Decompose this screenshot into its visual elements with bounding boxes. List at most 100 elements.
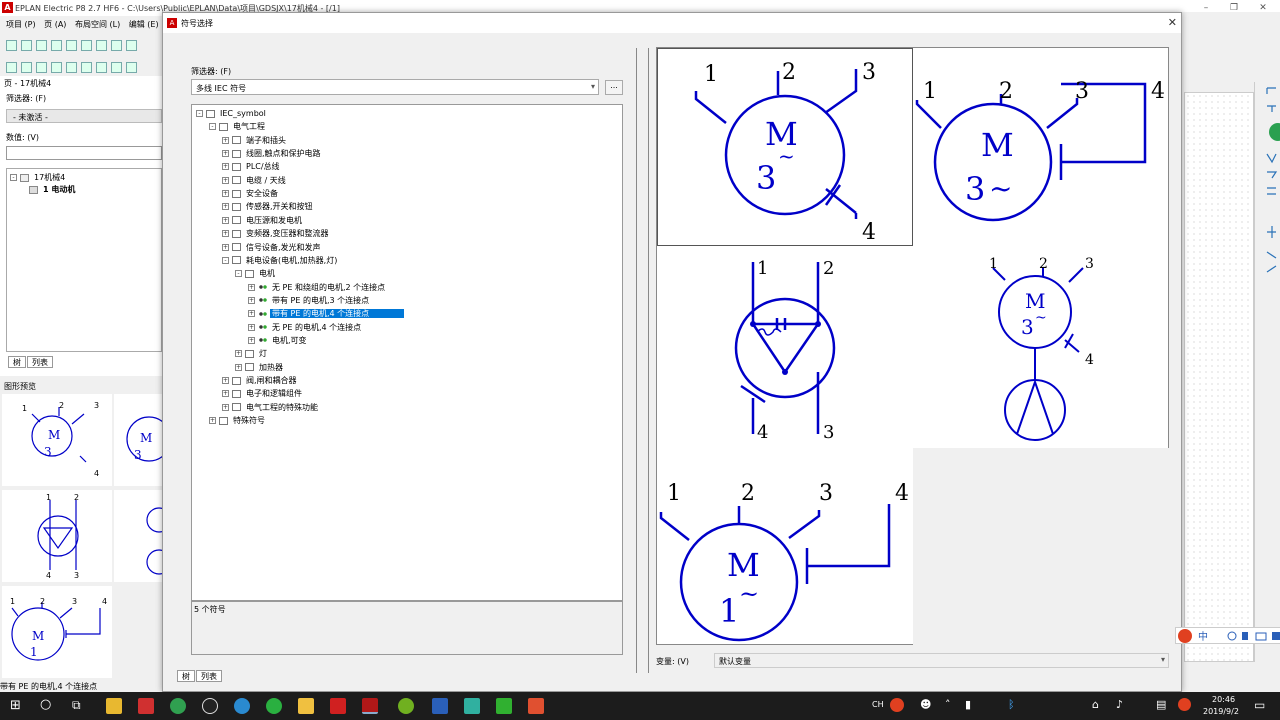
undo-icon[interactable]: [126, 40, 137, 51]
notification-icon[interactable]: ▭: [1254, 698, 1265, 712]
route-icon[interactable]: [81, 62, 92, 73]
value-input[interactable]: [6, 146, 162, 160]
thumb-motor-fan[interactable]: [114, 490, 172, 582]
app-red-icon[interactable]: [138, 698, 154, 714]
expand-icon[interactable]: +: [248, 310, 255, 318]
symbol-cell-3[interactable]: 1 2 4 3: [657, 248, 913, 446]
tree-node[interactable]: - IEC_symbol: [196, 107, 268, 120]
clock-time[interactable]: 20:46: [1212, 695, 1235, 704]
tree-node[interactable]: + 电子和逻辑组件: [222, 387, 304, 400]
tree-node[interactable]: + 无 PE 和绕组的电机,2 个连接点: [248, 281, 387, 294]
tree-node[interactable]: + 阀,闸和耦合器: [222, 374, 299, 387]
grid-icon[interactable]: [6, 62, 17, 73]
dialog-tab-list[interactable]: 列表: [196, 670, 222, 682]
cut-icon[interactable]: [81, 40, 92, 51]
tree-node[interactable]: + 安全设备: [222, 187, 280, 200]
expand-icon[interactable]: +: [248, 336, 255, 344]
tree-node[interactable]: + 电压源和发电机: [222, 214, 304, 227]
expand-icon[interactable]: +: [222, 377, 229, 384]
expand-icon[interactable]: +: [235, 363, 242, 371]
expand-icon[interactable]: +: [222, 216, 229, 224]
paste-icon[interactable]: [111, 40, 122, 51]
collapse-icon[interactable]: -: [222, 256, 229, 264]
collapse-icon[interactable]: -: [235, 270, 242, 278]
expand-icon[interactable]: +: [222, 230, 229, 238]
menu-page[interactable]: 页 (A): [44, 20, 66, 29]
notes-app-icon[interactable]: [298, 698, 314, 714]
tree-node[interactable]: + 带有 PE 的电机,3 个连接点: [248, 294, 371, 307]
tab-list[interactable]: 列表: [27, 356, 53, 368]
expand-icon[interactable]: +: [222, 403, 229, 411]
tree-node[interactable]: + 变频器,变压器和整流器: [222, 227, 331, 240]
new-icon[interactable]: [6, 40, 17, 51]
expand-icon[interactable]: +: [222, 190, 229, 198]
expand-icon[interactable]: +: [222, 136, 229, 144]
symbol-cell-5[interactable]: M 1 ~ 1 2 3 4: [657, 448, 913, 646]
print-icon[interactable]: [51, 40, 62, 51]
tree-node[interactable]: + 带有 PE 的电机,4 个连接点: [248, 307, 405, 320]
sogou-icon[interactable]: [1178, 698, 1191, 711]
distribute-icon[interactable]: [66, 62, 77, 73]
settings-icon[interactable]: [66, 40, 77, 51]
thumb-motor-4[interactable]: M3: [114, 394, 172, 486]
expand-icon[interactable]: +: [248, 323, 255, 331]
symbol-cell-2[interactable]: M 3 ~ 1 2 3 4: [913, 48, 1169, 246]
save-icon[interactable]: [36, 40, 47, 51]
vertical-scrollbar[interactable]: [1254, 82, 1264, 662]
bluetooth-icon[interactable]: ᛒ: [1008, 698, 1015, 711]
clipboard-icon[interactable]: ▤: [1156, 698, 1166, 711]
word-app-icon[interactable]: [432, 698, 448, 714]
variant-select[interactable]: 默认变量 ▾: [714, 653, 1169, 668]
app-orange-icon[interactable]: [528, 698, 544, 714]
dialog-tab-tree[interactable]: 树: [177, 670, 195, 682]
wechat-app-icon[interactable]: [266, 698, 282, 714]
dialog-close-icon[interactable]: ✕: [1168, 16, 1177, 29]
filter-dropdown[interactable]: - 未激活 -: [6, 109, 162, 123]
search-icon[interactable]: ○: [40, 697, 51, 712]
tree-node[interactable]: + 特殊符号: [209, 414, 267, 427]
tree-node[interactable]: + 端子和插头: [222, 134, 288, 147]
tree-node[interactable]: - 电机: [235, 267, 277, 280]
expand-icon[interactable]: +: [222, 150, 229, 158]
camtasia-app-icon[interactable]: [496, 698, 512, 714]
tree-node[interactable]: + 传感器,开关和按钮: [222, 200, 315, 213]
open-icon[interactable]: [21, 40, 32, 51]
lang-indicator[interactable]: CH: [872, 700, 884, 709]
tree-node[interactable]: + 灯: [235, 347, 269, 360]
tree-node[interactable]: + PLC/总线: [222, 160, 282, 173]
thumb-motor-single-phase[interactable]: M 1 1 2 3 4: [2, 586, 112, 678]
snap-icon[interactable]: [21, 62, 32, 73]
explorer-app-icon[interactable]: [106, 698, 122, 714]
eplan-app-icon[interactable]: [362, 698, 378, 714]
wire-icon[interactable]: [111, 62, 122, 73]
tree-node[interactable]: + 无 PE 的电机,4 个连接点: [248, 321, 363, 334]
panel-splitter[interactable]: [636, 48, 649, 673]
volume-icon[interactable]: ♪: [1116, 698, 1123, 711]
thumb-motor-3[interactable]: M 3 1 2 3 4: [2, 394, 112, 486]
menu-project[interactable]: 项目 (P): [6, 20, 36, 29]
drawing-canvas[interactable]: [1184, 92, 1254, 662]
expand-icon[interactable]: +: [222, 203, 229, 211]
tree-node[interactable]: + 线圈,触点和保护电路: [222, 147, 323, 160]
qq-app-icon[interactable]: [202, 698, 218, 714]
person-icon[interactable]: ☻: [920, 698, 931, 711]
symbol-cell-4[interactable]: M 3 ~ 1 2 3 4: [913, 248, 1169, 446]
filter-more-button[interactable]: ...: [605, 80, 623, 95]
connect-icon[interactable]: [96, 62, 107, 73]
expand-icon[interactable]: +: [222, 243, 229, 251]
ime-tray-icon[interactable]: [890, 698, 904, 712]
expand-icon[interactable]: +: [248, 296, 255, 304]
windows-start-icon[interactable]: ⊞: [10, 698, 21, 713]
tree-node[interactable]: + 信号设备,发光和发声: [222, 241, 323, 254]
tree-node[interactable]: + 电机,可变: [248, 334, 309, 347]
pdf-app-icon[interactable]: [330, 698, 346, 714]
task-view-icon[interactable]: ⧉: [72, 698, 81, 713]
usb-icon[interactable]: ▮: [965, 698, 971, 711]
expand-icon[interactable]: +: [248, 283, 255, 291]
expand-icon[interactable]: +: [222, 176, 229, 184]
ime-toolbar[interactable]: 中: [1175, 627, 1280, 644]
tree-node[interactable]: - 电气工程: [209, 120, 267, 133]
copy-icon[interactable]: [96, 40, 107, 51]
expand-icon[interactable]: +: [222, 390, 229, 398]
app-lime-icon[interactable]: [398, 698, 414, 714]
